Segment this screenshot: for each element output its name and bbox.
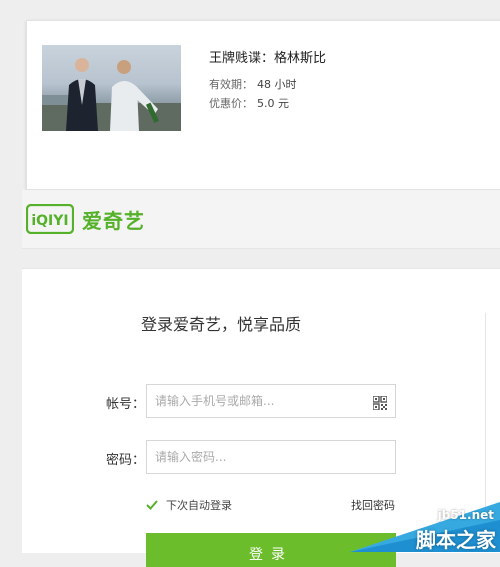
brand-name: 爱奇艺 (82, 208, 145, 233)
password-input[interactable] (146, 440, 396, 474)
panel-divider (485, 313, 486, 543)
iqiyi-logo-mark: iQIYI (26, 204, 74, 234)
price-value: 5.0 元 (257, 97, 289, 110)
validity-value: 48 小时 (257, 78, 297, 91)
password-label: 密码： (106, 453, 146, 468)
iqiyi-logo[interactable]: iQIYI 爱奇艺 (26, 204, 145, 234)
login-panel: 登录爱奇艺，悦享品质 帐号： 密码： 下次自动登录 找回密码 登录 (22, 268, 500, 567)
login-title: 登录爱奇艺，悦享品质 (141, 315, 302, 334)
qr-code-icon[interactable] (373, 396, 387, 410)
brand-header: iQIYI 爱奇艺 (22, 190, 500, 249)
forgot-password-link[interactable]: 找回密码 (351, 497, 395, 513)
movie-title: 王牌贱谍：格林斯比 (209, 51, 327, 66)
movie-poster[interactable] (42, 45, 181, 131)
poster-image (42, 58, 181, 131)
validity-row: 有效期： 48 小时 (209, 76, 297, 92)
account-label: 帐号： (106, 397, 146, 412)
auto-login-checkbox[interactable]: 下次自动登录 (146, 497, 232, 513)
price-label: 优惠价： (209, 97, 253, 110)
price-row: 优惠价： 5.0 元 (209, 95, 289, 111)
auto-login-label: 下次自动登录 (166, 499, 232, 512)
product-card: 王牌贱谍：格林斯比 有效期： 48 小时 优惠价： 5.0 元 (26, 20, 500, 190)
validity-label: 有效期： (209, 78, 253, 91)
svg-text:iQIYI: iQIYI (31, 213, 68, 229)
account-input[interactable] (146, 384, 396, 418)
login-button[interactable]: 登录 (146, 533, 396, 567)
checkbox-checked-icon (146, 499, 158, 511)
